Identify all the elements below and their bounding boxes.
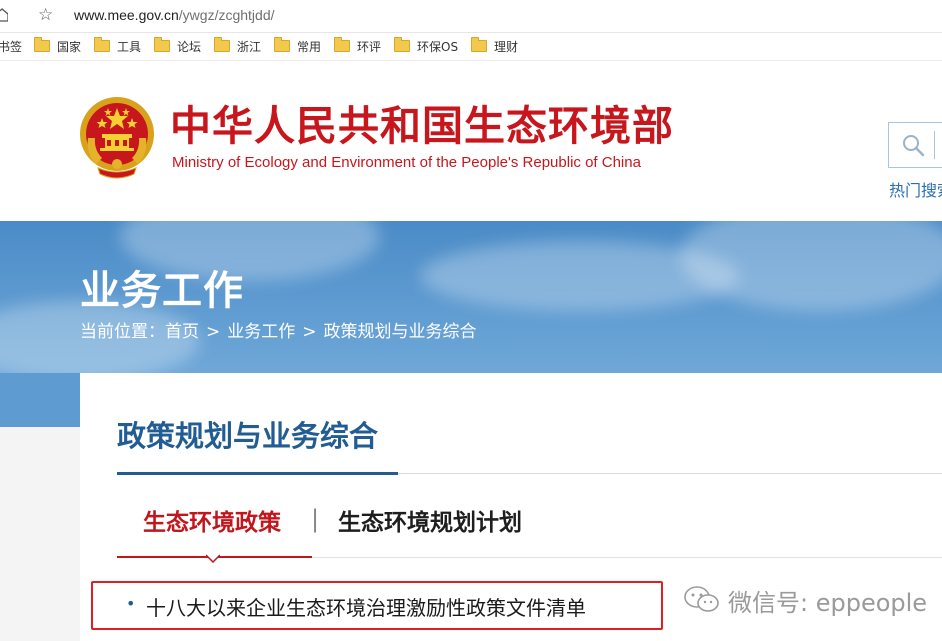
breadcrumb-item-business[interactable]: 业务工作 [227, 322, 295, 342]
bookmark-label: 常用 [297, 40, 322, 54]
wechat-icon [684, 586, 719, 612]
url-host: www.mee.gov.cn [74, 7, 179, 23]
address-bar: ☆ www.mee.gov.cn/ywgz/zcghtjdd/ [0, 0, 942, 33]
bookmark-label: 工具 [117, 40, 142, 54]
breadcrumb-item-current[interactable]: 政策规划与业务综合 [324, 322, 477, 342]
tab-bar-line [312, 557, 942, 558]
url-path: /ywgz/zcghtjdd/ [178, 7, 275, 23]
url-field[interactable]: www.mee.gov.cn/ywgz/zcghtjdd/ [74, 7, 275, 23]
breadcrumb-separator: > [302, 322, 317, 342]
bookmark-item-huanping[interactable]: 环评 [334, 37, 382, 56]
bookmark-label: 论坛 [177, 40, 202, 54]
site-title[interactable]: 中华人民共和国生态环境部 [170, 101, 674, 151]
breadcrumb-item-home[interactable]: 首页 [165, 322, 199, 342]
tab-separator: | [311, 505, 320, 533]
bookmark-item-guojia[interactable]: 国家 [34, 37, 82, 56]
national-emblem-icon[interactable] [78, 94, 156, 182]
breadcrumb: 当前位置：首页 > 业务工作 > 政策规划与业务综合 [80, 317, 477, 342]
bookmark-item-shuqian[interactable]: 书签 [0, 38, 22, 56]
bookmark-label: 国家 [57, 40, 82, 54]
folder-icon [214, 37, 230, 52]
bookmark-item-zhejiang[interactable]: 浙江 [214, 37, 262, 56]
site-header: 中华人民共和国生态环境部 Ministry of Ecology and Env… [0, 61, 942, 221]
bookmark-label: 理财 [494, 40, 519, 54]
section-title: 政策规划与业务综合 [117, 419, 379, 453]
bookmark-label: 书签 [0, 40, 23, 54]
breadcrumb-prefix: 当前位置： [80, 322, 165, 342]
bookmark-item-gongju[interactable]: 工具 [94, 37, 142, 56]
banner-left-edge [0, 373, 80, 427]
bookmark-item-luntan[interactable]: 论坛 [154, 37, 202, 56]
page-title: 业务工作 [80, 268, 244, 314]
folder-icon [394, 37, 410, 52]
bookmark-item-changyong[interactable]: 常用 [274, 37, 322, 56]
site-subtitle: Ministry of Ecology and Environment of t… [172, 154, 641, 171]
folder-icon [334, 37, 350, 52]
page-left-margin [0, 427, 80, 641]
home-icon[interactable] [0, 8, 8, 22]
hot-search-link[interactable]: 热门搜索 [889, 177, 942, 201]
folder-icon [34, 37, 50, 52]
bookmark-item-licai[interactable]: 理财 [471, 37, 519, 56]
page-banner: 业务工作 当前位置：首页 > 业务工作 > 政策规划与业务综合 [0, 221, 942, 373]
list-item[interactable]: • 十八大以来企业生态环境治理激励性政策文件清单 [91, 581, 663, 630]
bookmark-star-icon[interactable]: ☆ [38, 6, 53, 24]
folder-icon [274, 37, 290, 52]
tab-eco-policy[interactable]: 生态环境政策 [143, 503, 281, 537]
bookmarks-bar: 书签 国家 工具 论坛 浙江 常用 环评 环保OS 理财 [0, 33, 942, 61]
banner-cloud [680, 221, 942, 311]
list-bullet: • [126, 594, 136, 613]
watermark-text: 微信号: eppeople [728, 589, 928, 617]
bookmark-label: 浙江 [237, 40, 262, 54]
section-title-underline [117, 472, 398, 475]
list-item-link[interactable]: 十八大以来企业生态环境治理激励性政策文件清单 [146, 592, 586, 621]
tab-eco-planning[interactable]: 生态环境规划计划 [338, 503, 522, 537]
folder-icon [154, 37, 170, 52]
bookmark-label: 环保OS [417, 40, 459, 54]
folder-icon [471, 37, 487, 52]
bookmark-label: 环评 [357, 40, 382, 54]
bookmark-item-huanbao-os[interactable]: 环保OS [394, 37, 459, 56]
folder-icon [94, 37, 110, 52]
active-tab-caret-icon [206, 554, 220, 563]
search-icon[interactable] [901, 133, 925, 157]
search-input[interactable] [888, 122, 942, 168]
breadcrumb-separator: > [206, 322, 221, 342]
search-divider [934, 131, 935, 159]
